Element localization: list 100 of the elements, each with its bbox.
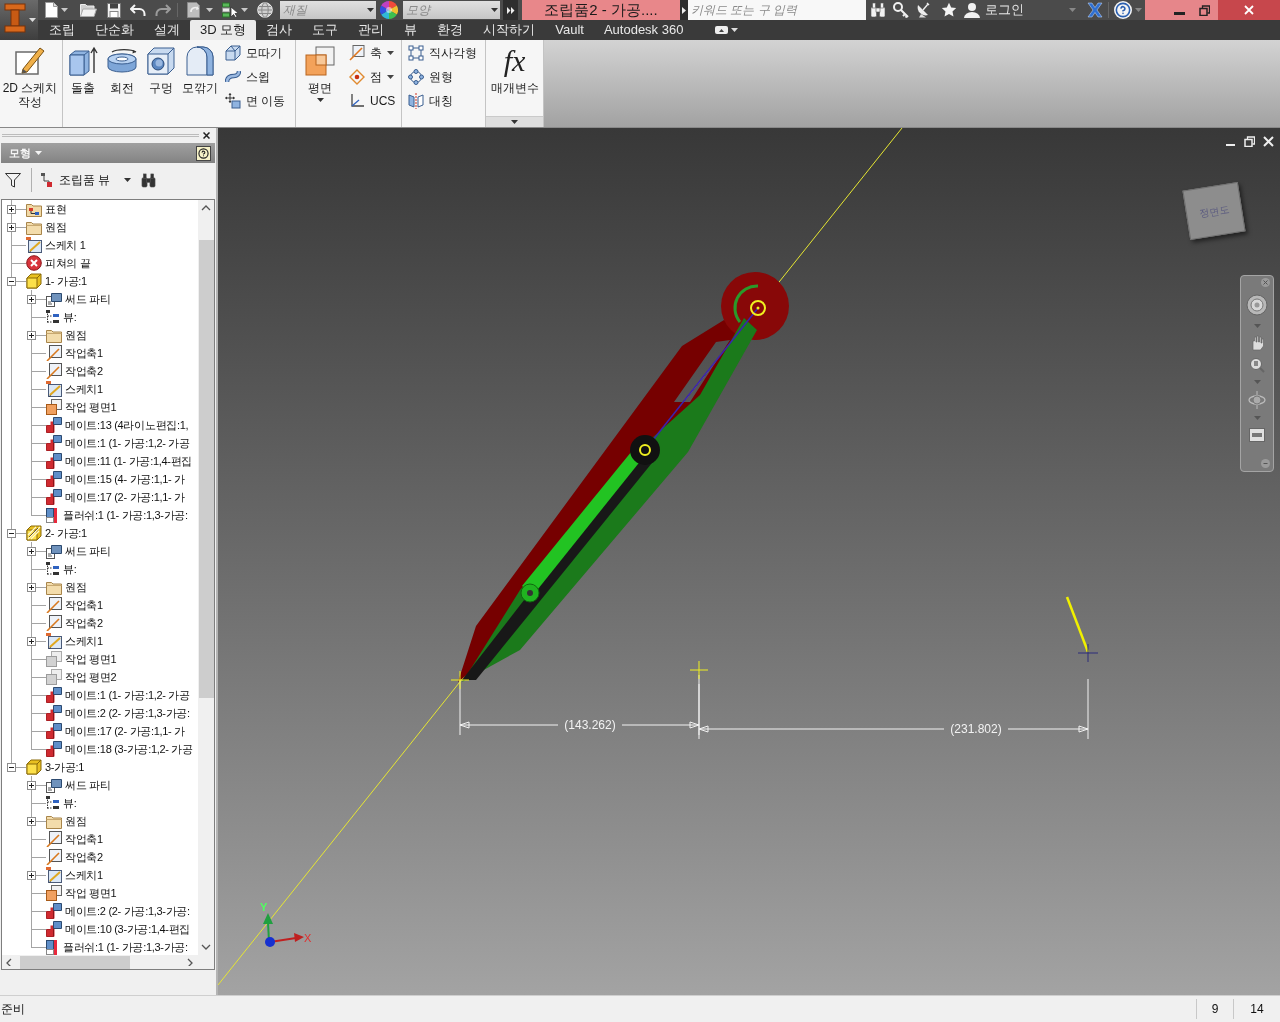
x-logo-icon[interactable] (1087, 2, 1103, 18)
help-icon[interactable] (196, 145, 211, 161)
ribbon-button[interactable]: 모따기 (225, 41, 286, 65)
tree-item[interactable]: 3-가공:1 (26, 758, 85, 776)
ribbon-tab[interactable]: Vault (545, 20, 594, 40)
view-selector[interactable]: 조립품 뷰 (41, 171, 132, 189)
framed-bar-icon[interactable] (1249, 428, 1265, 442)
caret-icon[interactable] (29, 18, 36, 22)
dropdown-button[interactable] (488, 1, 500, 19)
tree-item[interactable]: 메이트:17 (2- 가공:1,1- 가 (46, 722, 185, 740)
tree-item[interactable]: 메이트:2 (2- 가공:1,3-가공: (46, 704, 190, 722)
tree-item[interactable]: 스케치1 (46, 632, 103, 650)
plus-box-icon[interactable] (27, 583, 36, 592)
pencil-square-icon[interactable] (14, 45, 46, 77)
tree-item[interactable]: 작업축1 (46, 344, 103, 362)
more-button[interactable] (503, 0, 518, 20)
ribbon-tab[interactable]: 단순화 (85, 20, 144, 40)
tree-item[interactable]: 메이트:17 (2- 가공:1,1- 가 (46, 488, 185, 506)
ribbon-button[interactable]: 돌출 (63, 40, 102, 127)
tree-item[interactable]: 스케치1 (46, 380, 103, 398)
caret-icon[interactable] (205, 8, 213, 12)
caret-icon[interactable] (240, 8, 248, 12)
concentric-circles-icon[interactable] (1246, 294, 1268, 316)
horizontal-scrollbar[interactable] (2, 955, 214, 969)
box-arrow-icon[interactable] (66, 45, 99, 77)
restore-icon[interactable] (1244, 136, 1255, 147)
filter-icon[interactable] (5, 172, 21, 188)
ribbon-button[interactable]: 구멍 (141, 40, 180, 127)
tree-item[interactable]: 피쳐의 끝 (26, 254, 91, 272)
plus-box-icon[interactable] (7, 223, 16, 232)
sign-in-button[interactable]: 로그인 (962, 0, 1082, 20)
ribbon-button[interactable]: 회전 (102, 40, 141, 127)
zoom-icon[interactable] (1249, 357, 1265, 373)
ribbon-button[interactable]: 직사각형 (408, 41, 477, 65)
caret-icon[interactable] (124, 178, 132, 182)
user-icon[interactable] (964, 2, 980, 18)
save-icon[interactable] (106, 2, 121, 18)
caret-icon[interactable] (511, 120, 518, 124)
tree-item[interactable]: 메이트:11 (1- 가공:1,4-편집 (46, 452, 193, 470)
ribbon-button[interactable]: 면 이동 (225, 89, 286, 113)
double-chevron-icon[interactable] (506, 6, 515, 14)
tree-item[interactable]: 원점 (46, 812, 87, 830)
i-beam-logo-icon[interactable] (4, 3, 26, 33)
tree-item[interactable]: 작업축2 (46, 848, 103, 866)
chevron-right-icon[interactable] (185, 958, 195, 966)
chevron-down-icon[interactable] (201, 943, 211, 951)
caret-icon[interactable] (366, 8, 374, 12)
ribbon-button[interactable]: 대칭 (408, 89, 477, 113)
scroll-thumb[interactable] (198, 240, 214, 698)
caret-icon[interactable] (316, 98, 324, 102)
caret-icon[interactable] (490, 8, 498, 12)
selection-cursor-icon[interactable] (221, 2, 238, 18)
triangle-right-icon[interactable] (682, 6, 686, 14)
close-button[interactable] (1218, 0, 1280, 20)
ribbon-button[interactable]: 축 (349, 41, 396, 65)
caret-icon[interactable] (731, 28, 739, 32)
cube-hole-icon[interactable] (144, 45, 177, 77)
ribbon-button[interactable]: 원형 (408, 65, 477, 89)
tree-item[interactable]: 작업축2 (46, 614, 103, 632)
document-refresh-icon[interactable] (186, 2, 203, 18)
minus-box-icon[interactable] (7, 277, 16, 286)
tree-item[interactable]: 2- 가공:1 (26, 524, 87, 542)
tree-item[interactable]: 표현 (26, 200, 67, 218)
tree-item[interactable]: 메이트:1 (1- 가공:1,2- 가공 (46, 434, 190, 452)
star-icon[interactable] (941, 2, 957, 18)
ribbon-button[interactable]: UCS (349, 89, 396, 113)
axes-icon[interactable] (349, 93, 365, 109)
help-icon[interactable] (1114, 1, 1132, 19)
tree-item[interactable]: 메이트:15 (4- 가공:1,1- 가 (46, 470, 185, 488)
tree-item[interactable]: 원점 (46, 578, 87, 596)
tree-item[interactable]: 원점 (46, 326, 87, 344)
tree-item[interactable]: 메이트:18 (3-가공:1,2- 가공 (46, 740, 193, 758)
beveled-cube-icon[interactable] (225, 45, 241, 61)
function-symbol[interactable]: fx (503, 45, 526, 77)
tree-item[interactable]: 써드 파티 (46, 776, 111, 794)
tree-item[interactable]: 뷰: (46, 794, 77, 812)
tree-item[interactable]: 플러쉬:1 (1- 가공:1,3-가공: (46, 506, 188, 524)
tree-item[interactable]: 작업축1 (46, 596, 103, 614)
minus-box-icon[interactable] (7, 763, 16, 772)
tree-item[interactable]: 작업축1 (46, 830, 103, 848)
plus-box-icon[interactable] (27, 637, 36, 646)
caret-icon[interactable] (387, 51, 394, 55)
tree-item[interactable]: 작업 평면1 (46, 398, 117, 416)
vertical-scrollbar[interactable] (198, 200, 214, 955)
ribbon-tab[interactable]: 도구 (302, 20, 349, 40)
plus-box-icon[interactable] (27, 781, 36, 790)
restore-icon[interactable] (1199, 4, 1210, 16)
tree-item[interactable]: 써드 파티 (46, 290, 111, 308)
plus-box-icon[interactable] (27, 871, 36, 880)
tree-item[interactable]: 작업 평면1 (46, 884, 117, 902)
ring-dots-icon[interactable] (408, 69, 424, 85)
tree-item[interactable]: 메이트:10 (3-가공:1,4-편집 (46, 920, 191, 938)
ribbon-button[interactable]: 모깎기 (180, 40, 219, 127)
new-file-icon[interactable] (45, 2, 58, 18)
ribbon-tab[interactable]: 조립 (39, 20, 85, 40)
appearance-field[interactable]: 모양 (403, 1, 488, 19)
ribbon-button[interactable]: 평면 (296, 40, 344, 127)
search-field[interactable]: 키워드 또는 구 입력 (688, 0, 866, 20)
minus-box-icon[interactable] (7, 529, 16, 538)
panel-expander-button[interactable] (486, 116, 543, 127)
